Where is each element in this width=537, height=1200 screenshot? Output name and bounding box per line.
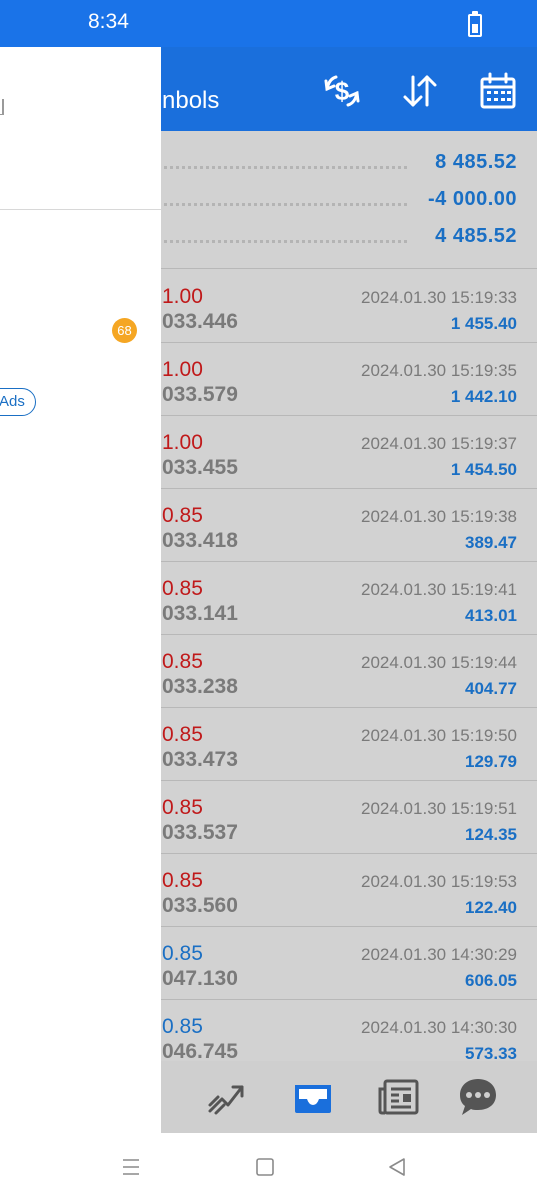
deal-date: 2024.01.30 15:19:35 [361,361,517,380]
deal-date: 2024.01.30 15:19:51 [361,799,517,818]
deal-profit: 124.35 [465,825,517,844]
deal-volume: 1.00 [162,431,203,454]
deal-profit: 413.01 [465,606,517,625]
dotted-leader [164,240,407,243]
status-time: 8:34 [88,10,129,33]
deal-profit: 122.40 [465,898,517,917]
notification-badge: 68 [112,318,137,343]
deal-profit: 389.47 [465,533,517,552]
side-drawer[interactable]: 68 Ads [0,47,161,1133]
deal-price: 033.446 [162,310,238,333]
calendar-icon[interactable] [478,71,518,111]
deal-volume: 0.85 [162,869,203,892]
deal-price: 033.455 [162,456,238,479]
battery-icon [468,11,482,37]
trade-chart-icon[interactable] [204,1075,248,1119]
deal-date: 2024.01.30 14:30:29 [361,945,517,964]
back-icon[interactable] [385,1155,409,1179]
svg-text:$: $ [335,76,350,106]
deal-price: 033.560 [162,894,238,917]
deal-profit: 404.77 [465,679,517,698]
deal-volume: 0.85 [162,504,203,527]
deal-date: 2024.01.30 15:19:38 [361,507,517,526]
app-screen: 8:34 nbols $ 8 485.52 -4 000.00 4 485.52… [0,0,537,1200]
deal-profit: 1 442.10 [450,387,517,406]
deal-volume: 0.85 [162,650,203,673]
menu-icon[interactable] [119,1155,143,1179]
summary-row: 8 485.52 [164,151,517,185]
summary-value: 8 485.52 [435,151,517,173]
deal-profit: 606.05 [465,971,517,990]
ads-button[interactable]: Ads [0,388,36,416]
deal-date: 2024.01.30 15:19:41 [361,580,517,599]
deal-date: 2024.01.30 14:30:30 [361,1018,517,1037]
deal-volume: 1.00 [162,358,203,381]
deal-price: 033.141 [162,602,238,625]
dotted-leader [164,166,407,169]
deal-profit: 573.33 [465,1044,517,1061]
deal-date: 2024.01.30 15:19:37 [361,434,517,453]
deal-volume: 0.85 [162,1015,203,1038]
deal-date: 2024.01.30 15:19:44 [361,653,517,672]
summary-row: 4 485.52 [164,225,517,259]
deal-price: 033.473 [162,748,238,771]
summary-row: -4 000.00 [164,188,517,222]
deal-price: 047.130 [162,967,238,990]
deal-price: 046.745 [162,1040,238,1061]
dotted-leader [164,203,407,206]
history-inbox-icon[interactable] [291,1075,335,1119]
summary-value: -4 000.00 [427,188,517,210]
drawer-header [0,47,161,210]
system-nav-bar [0,1133,537,1200]
news-icon[interactable] [377,1075,421,1119]
currency-exchange-icon[interactable]: $ [322,71,362,111]
deal-profit: 1 455.40 [450,314,517,333]
deal-price: 033.238 [162,675,238,698]
summary-value: 4 485.52 [435,225,517,247]
deal-date: 2024.01.30 15:19:33 [361,288,517,307]
sort-icon[interactable] [400,71,440,111]
deal-volume: 0.85 [162,723,203,746]
deal-volume: 0.85 [162,577,203,600]
status-bar: 8:34 [0,0,537,47]
deal-profit: 129.79 [465,752,517,771]
deal-volume: 0.85 [162,796,203,819]
deal-price: 033.537 [162,821,238,844]
home-icon[interactable] [253,1155,277,1179]
deal-volume: 0.85 [162,942,203,965]
chat-icon[interactable] [456,1075,500,1119]
deal-date: 2024.01.30 15:19:50 [361,726,517,745]
page-title: nbols [162,87,220,114]
account-link-fragment[interactable] [0,99,4,115]
deal-volume: 1.00 [162,285,203,308]
deal-date: 2024.01.30 15:19:53 [361,872,517,891]
deal-profit: 1 454.50 [450,460,517,479]
deal-price: 033.579 [162,383,238,406]
deal-price: 033.418 [162,529,238,552]
